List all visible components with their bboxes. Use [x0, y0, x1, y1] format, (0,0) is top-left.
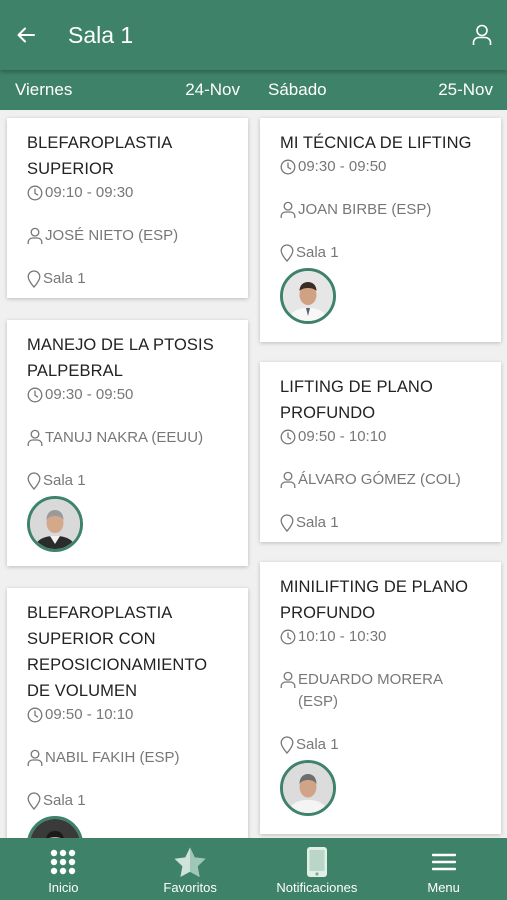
user-icon — [280, 671, 296, 688]
bottom-tab-bar: Inicio Favoritos Notificaciones Menu — [0, 838, 507, 900]
session-title: LIFTING DE PLANO PROFUNDO — [280, 378, 433, 422]
day-header-saturday: Sábado 25-Nov — [254, 70, 507, 110]
session-title: MINILIFTING DE PLANO PROFUNDO — [280, 578, 469, 622]
user-icon — [27, 749, 43, 766]
back-button[interactable] — [0, 0, 54, 70]
session-time: 09:50 - 10:10 — [280, 426, 487, 448]
speaker-photo — [283, 271, 333, 321]
location-pin-icon — [27, 270, 41, 288]
session-room: Sala 1 — [280, 512, 487, 534]
location-pin-icon — [27, 472, 41, 490]
day-name: Viernes — [15, 80, 73, 99]
session-time: 10:10 - 10:30 — [280, 626, 487, 648]
session-title: BLEFAROPLASTIA SUPERIOR CON REPOSICIONAM… — [27, 604, 208, 700]
session-room: Sala 1 — [27, 268, 234, 290]
session-room: Sala 1 — [27, 790, 234, 812]
session-card[interactable]: BLEFAROPLASTIA SUPERIOR CON REPOSICIONAM… — [7, 588, 248, 838]
schedule-grid: BLEFAROPLASTIA SUPERIOR 09:10 - 09:30 JO… — [0, 110, 507, 838]
day-header: Viernes 24-Nov Sábado 25-Nov — [0, 70, 507, 110]
speaker-avatar[interactable] — [280, 760, 336, 816]
grid-icon — [51, 849, 76, 875]
location-pin-icon — [280, 244, 294, 262]
session-title: MI TÉCNICA DE LIFTING — [280, 134, 472, 152]
user-icon — [280, 471, 296, 488]
clock-icon — [280, 429, 296, 445]
day-name: Sábado — [268, 80, 327, 99]
location-pin-icon — [280, 736, 294, 754]
clock-icon — [280, 159, 296, 175]
session-speaker: NABIL FAKIH (ESP) — [27, 747, 234, 769]
profile-button[interactable] — [457, 0, 507, 70]
tab-notificaciones[interactable]: Notificaciones — [254, 838, 381, 900]
menu-icon — [431, 853, 456, 871]
speaker-photo — [30, 499, 80, 549]
session-time: 09:50 - 10:10 — [27, 704, 234, 726]
clock-icon — [27, 387, 43, 403]
star-icon — [174, 847, 206, 877]
session-title: BLEFAROPLASTIA SUPERIOR — [27, 134, 172, 178]
session-card[interactable]: MANEJO DE LA PTOSIS PALPEBRAL 09:30 - 09… — [7, 320, 248, 566]
day-date: 25-Nov — [438, 80, 493, 99]
day-date: 24-Nov — [185, 80, 240, 99]
session-room: Sala 1 — [27, 470, 234, 492]
arrow-left-icon — [17, 27, 35, 43]
speaker-avatar[interactable] — [280, 268, 336, 324]
tab-label: Menu — [427, 880, 460, 895]
session-card[interactable]: MI TÉCNICA DE LIFTING 09:30 - 09:50 JOAN… — [260, 118, 501, 342]
speaker-avatar[interactable] — [27, 816, 83, 838]
speaker-photo — [30, 819, 80, 838]
phone-icon — [306, 847, 327, 877]
session-room: Sala 1 — [280, 734, 487, 756]
tab-inicio[interactable]: Inicio — [0, 838, 127, 900]
tab-label: Inicio — [48, 880, 79, 895]
app-header: Sala 1 — [0, 0, 507, 70]
user-icon — [27, 429, 43, 446]
page-title: Sala 1 — [68, 21, 134, 48]
day-header-friday: Viernes 24-Nov — [0, 70, 254, 110]
user-icon — [27, 227, 43, 244]
session-time: 09:10 - 09:30 — [27, 182, 234, 204]
session-card[interactable]: BLEFAROPLASTIA SUPERIOR 09:10 - 09:30 JO… — [7, 118, 248, 298]
session-speaker: JOAN BIRBE (ESP) — [280, 199, 487, 221]
tab-label: Favoritos — [163, 880, 217, 895]
speaker-photo — [283, 763, 333, 813]
user-icon — [280, 201, 296, 218]
session-card[interactable]: MINILIFTING DE PLANO PROFUNDO 10:10 - 10… — [260, 562, 501, 834]
tab-label: Notificaciones — [276, 880, 358, 895]
location-pin-icon — [27, 792, 41, 810]
session-time: 09:30 - 09:50 — [27, 384, 234, 406]
clock-icon — [27, 707, 43, 723]
clock-icon — [27, 185, 43, 201]
session-speaker: TANUJ NAKRA (EEUU) — [27, 427, 234, 449]
user-icon — [472, 24, 492, 45]
tab-menu[interactable]: Menu — [380, 838, 507, 900]
speaker-avatar[interactable] — [27, 496, 83, 552]
session-card[interactable]: LIFTING DE PLANO PROFUNDO 09:50 - 10:10 … — [260, 362, 501, 542]
session-speaker: EDUARDO MORERA (ESP) — [280, 669, 487, 713]
session-speaker: ÁLVARO GÓMEZ (COL) — [280, 469, 487, 491]
session-time: 09:30 - 09:50 — [280, 156, 487, 178]
clock-icon — [280, 629, 296, 645]
location-pin-icon — [280, 514, 294, 532]
tab-favoritos[interactable]: Favoritos — [127, 838, 254, 900]
session-title: MANEJO DE LA PTOSIS PALPEBRAL — [27, 336, 214, 380]
session-speaker: JOSÉ NIETO (ESP) — [27, 225, 234, 247]
session-room: Sala 1 — [280, 242, 487, 264]
